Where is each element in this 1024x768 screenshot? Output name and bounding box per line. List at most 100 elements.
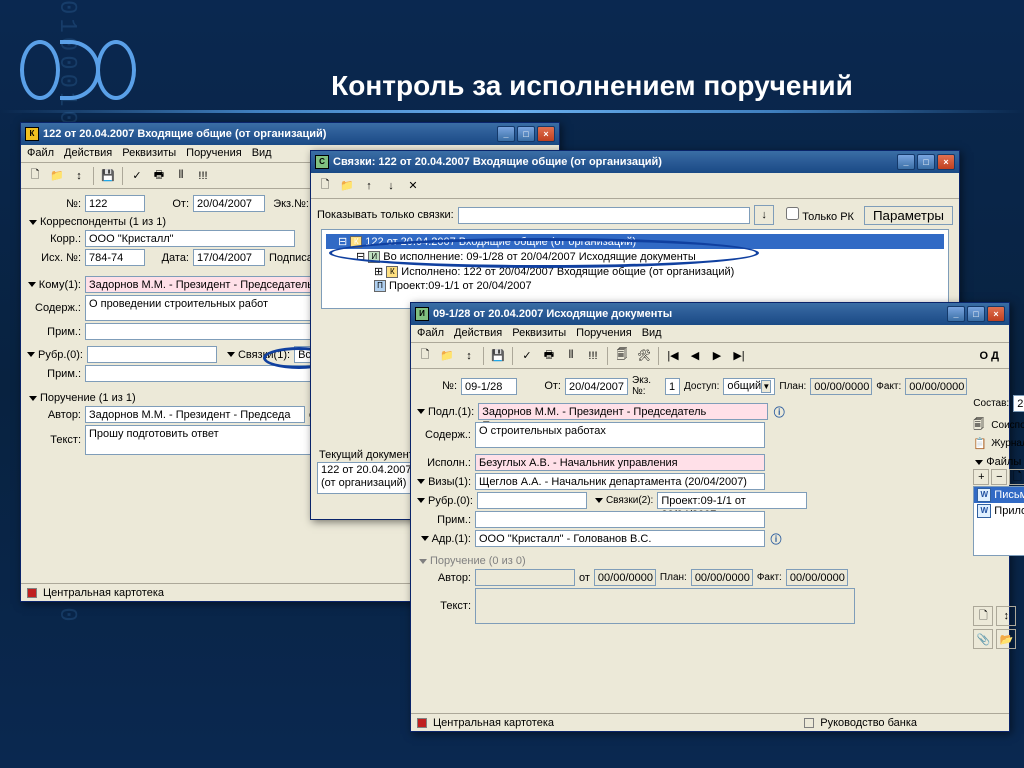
nav-icon[interactable]: ↕ bbox=[459, 346, 479, 366]
minimize-button[interactable]: _ bbox=[947, 306, 965, 322]
journal-icon[interactable]: 📋 bbox=[973, 437, 987, 450]
filter-field[interactable] bbox=[458, 207, 750, 224]
no-field[interactable]: 122 bbox=[85, 195, 145, 212]
up-icon[interactable]: ↑ bbox=[359, 176, 379, 196]
file-item[interactable]: WПриложение.doc bbox=[974, 503, 1024, 519]
svyazki-field[interactable]: Проект:09-1/1 от 20/04/2007 bbox=[657, 492, 807, 509]
ot-field[interactable]: 20/04/2007 bbox=[565, 378, 628, 395]
copy-icon[interactable]: 🗐 bbox=[973, 416, 987, 435]
nav-icon[interactable]: ↕ bbox=[69, 166, 89, 186]
only-rk-checkbox[interactable]: Только РК bbox=[786, 207, 854, 223]
podl-field[interactable]: Задорнов М.М. - Президент - Председатель… bbox=[478, 403, 768, 420]
vizy-field[interactable]: Щеглов А.А. - Начальник департамента (20… bbox=[475, 473, 765, 490]
last-icon[interactable]: ▶| bbox=[729, 346, 749, 366]
barcode-icon[interactable]: ⦀ bbox=[561, 346, 581, 366]
menu-file[interactable]: Файл bbox=[27, 147, 54, 160]
ispoln-field[interactable]: Безуглых А.В. - Начальник управления bbox=[475, 454, 765, 471]
prim-field[interactable] bbox=[85, 323, 335, 340]
save-icon[interactable]: 💾 bbox=[98, 166, 118, 186]
params-button[interactable]: Параметры bbox=[864, 206, 953, 225]
doc-icon[interactable]: 🗐 bbox=[612, 346, 632, 366]
save-icon[interactable]: 💾 bbox=[488, 346, 508, 366]
new-icon[interactable]: 🗋 bbox=[315, 176, 335, 196]
delete-icon[interactable]: ✕ bbox=[403, 176, 423, 196]
menu-assignments[interactable]: Поручения bbox=[186, 147, 242, 160]
action-icon[interactable]: 🗋 bbox=[973, 606, 993, 626]
data-field[interactable]: 17/04/2007 bbox=[193, 249, 265, 266]
pfakt-field[interactable]: 00/00/0000 bbox=[786, 569, 848, 586]
file-item[interactable]: WПисьмо.doc bbox=[974, 487, 1024, 503]
prim-field[interactable] bbox=[475, 511, 765, 528]
avtor-field[interactable] bbox=[475, 569, 575, 586]
action-icon[interactable]: 📂 bbox=[996, 629, 1016, 649]
mark-icon[interactable]: !!! bbox=[583, 346, 603, 366]
plan-field[interactable]: 00/00/0000 bbox=[810, 378, 872, 395]
menu-requisites[interactable]: Реквизиты bbox=[512, 327, 566, 340]
no-field[interactable]: 09-1/28 bbox=[461, 378, 517, 395]
close-button[interactable]: × bbox=[987, 306, 1005, 322]
pplan-field[interactable]: 00/00/0000 bbox=[691, 569, 753, 586]
folder-icon[interactable]: 📁 bbox=[337, 176, 357, 196]
dostup-field[interactable]: общий▼ bbox=[723, 378, 775, 395]
new-icon[interactable]: 🗋 bbox=[415, 346, 435, 366]
maximize-button[interactable]: □ bbox=[917, 154, 935, 170]
folder-icon[interactable]: 📁 bbox=[437, 346, 457, 366]
menu-assignments[interactable]: Поручения bbox=[576, 327, 632, 340]
first-icon[interactable]: |◀ bbox=[663, 346, 683, 366]
avtor-field[interactable]: Задорнов М.М. - Президент - Председа bbox=[85, 406, 305, 423]
zhurnal-link[interactable]: Журнал передачи bbox=[991, 438, 1024, 449]
minimize-button[interactable]: _ bbox=[497, 126, 515, 142]
tekst-field[interactable] bbox=[475, 588, 855, 624]
rubr-field[interactable] bbox=[477, 492, 587, 509]
file-del-icon[interactable]: − bbox=[991, 469, 1007, 485]
avtor-ot-field[interactable]: 00/00/0000 bbox=[594, 569, 656, 586]
print-icon[interactable]: 🖶 bbox=[539, 346, 559, 366]
date-field[interactable]: 20/04/2007 bbox=[193, 195, 265, 212]
titlebar[interactable]: С Связки: 122 от 20.04.2007 Входящие общ… bbox=[311, 151, 959, 173]
tree-item[interactable]: ⊟ ИВо исполнение: 09-1/28 от 20/04/2007 … bbox=[326, 249, 944, 264]
new-icon[interactable]: 🗋 bbox=[25, 166, 45, 186]
soispoln-link[interactable]: Соисполнители (0) bbox=[991, 420, 1024, 431]
minimize-button[interactable]: _ bbox=[897, 154, 915, 170]
barcode-icon[interactable]: ⦀ bbox=[171, 166, 191, 186]
menu-view[interactable]: Вид bbox=[642, 327, 662, 340]
tree-item[interactable]: ППроект:09-1/1 от 20/04/2007 bbox=[326, 279, 944, 293]
folder-icon[interactable]: 📁 bbox=[47, 166, 67, 186]
prev-icon[interactable]: ◀ bbox=[685, 346, 705, 366]
info-icon[interactable]: ⓘ bbox=[769, 531, 783, 547]
maximize-button[interactable]: □ bbox=[517, 126, 535, 142]
file-open-icon[interactable]: 🗋 bbox=[1009, 469, 1024, 485]
menu-view[interactable]: Вид bbox=[252, 147, 272, 160]
file-add-icon[interactable]: + bbox=[973, 469, 989, 485]
filter-button[interactable]: ↓ bbox=[754, 205, 774, 225]
maximize-button[interactable]: □ bbox=[967, 306, 985, 322]
titlebar[interactable]: И 09-1/28 от 20.04.2007 Исходящие докуме… bbox=[411, 303, 1009, 325]
info-icon[interactable]: ⓘ bbox=[772, 404, 786, 420]
menu-actions[interactable]: Действия bbox=[454, 327, 502, 340]
menu-requisites[interactable]: Реквизиты bbox=[122, 147, 176, 160]
next-icon[interactable]: ▶ bbox=[707, 346, 727, 366]
rubr-field[interactable] bbox=[87, 346, 217, 363]
action-icon[interactable]: ↕ bbox=[996, 606, 1016, 626]
close-button[interactable]: × bbox=[537, 126, 555, 142]
menu-file[interactable]: Файл bbox=[417, 327, 444, 340]
check-icon[interactable]: ✓ bbox=[517, 346, 537, 366]
adr-field[interactable]: ООО "Кристалл" - Голованов В.С. bbox=[475, 530, 765, 547]
ish-field[interactable]: 784-74 bbox=[85, 249, 145, 266]
titlebar[interactable]: К 122 от 20.04.2007 Входящие общие (от о… bbox=[21, 123, 559, 145]
action-icon[interactable]: 📎 bbox=[973, 629, 993, 649]
soderzh-field[interactable]: О строительных работах bbox=[475, 422, 765, 448]
mark-icon[interactable]: !!! bbox=[193, 166, 213, 186]
tekst-field[interactable]: Прошу подготовить ответ bbox=[85, 425, 335, 455]
prim2-field[interactable] bbox=[85, 365, 335, 382]
tool-icon[interactable]: 🛠 bbox=[634, 346, 654, 366]
korr-field[interactable]: ООО "Кристалл" bbox=[85, 230, 295, 247]
fakt-field[interactable]: 00/00/0000 bbox=[905, 378, 967, 395]
check-icon[interactable]: ✓ bbox=[127, 166, 147, 186]
close-button[interactable]: × bbox=[937, 154, 955, 170]
tree-root[interactable]: ⊟ К122 от 20.04.2007 Входящие общие (от … bbox=[326, 234, 944, 249]
down-icon[interactable]: ↓ bbox=[381, 176, 401, 196]
soderzh-field[interactable]: О проведении строительных работ bbox=[85, 295, 335, 321]
ekz-field[interactable]: 1 bbox=[665, 378, 680, 395]
komu-field[interactable]: Задорнов М.М. - Президент - Председатель… bbox=[85, 276, 335, 293]
